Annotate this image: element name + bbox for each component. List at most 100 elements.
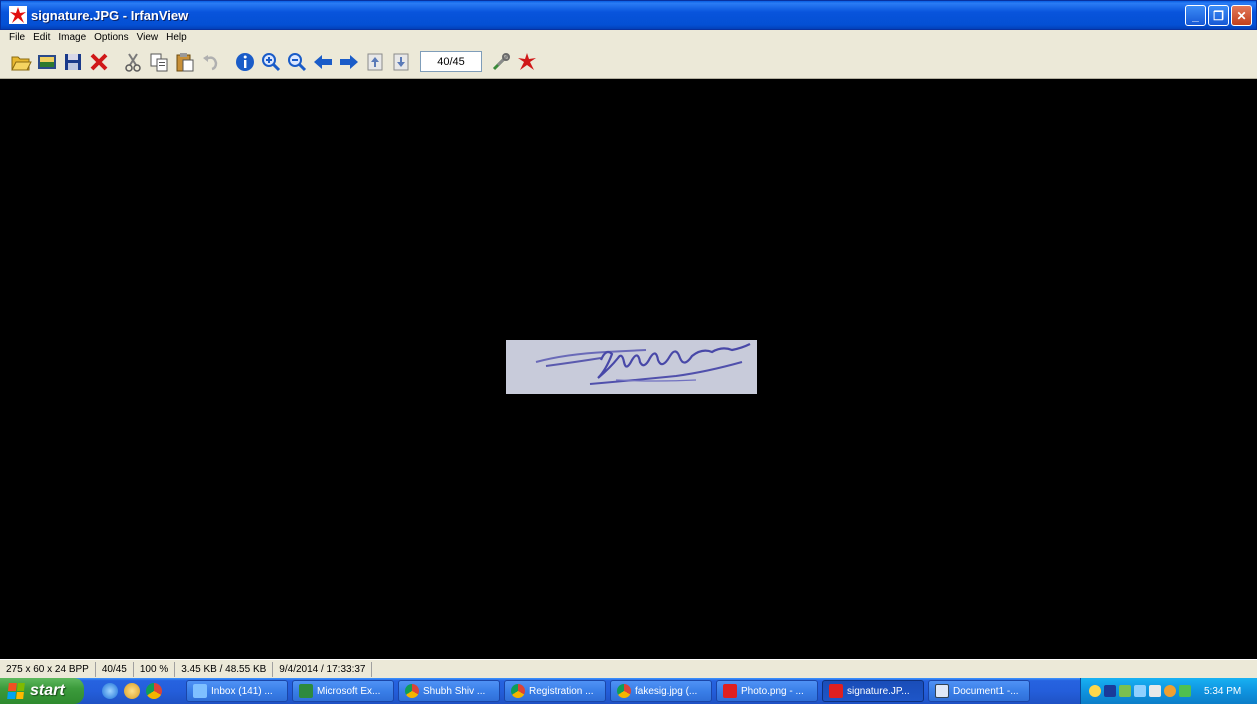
last-button[interactable] bbox=[388, 49, 414, 75]
delete-icon bbox=[90, 53, 108, 70]
status-zoom: 100 % bbox=[134, 661, 176, 677]
menu-help[interactable]: Help bbox=[166, 32, 187, 43]
menu-view[interactable]: View bbox=[137, 32, 159, 43]
title-bar[interactable]: signature.JPG - IrfanView _ ❐ ✕ bbox=[0, 0, 1257, 30]
restore-icon: ❐ bbox=[1213, 8, 1224, 23]
settings-button[interactable] bbox=[488, 49, 514, 75]
paste-icon bbox=[176, 52, 194, 71]
first-button[interactable] bbox=[362, 49, 388, 75]
cut-button[interactable] bbox=[120, 49, 146, 75]
open-folder-icon bbox=[11, 56, 32, 70]
excel-icon bbox=[299, 684, 313, 698]
save-icon bbox=[65, 53, 81, 70]
next-icon bbox=[340, 54, 358, 69]
tray-icon-3[interactable] bbox=[1119, 685, 1131, 697]
tray-icon-2[interactable] bbox=[1104, 685, 1116, 697]
first-icon bbox=[367, 53, 383, 70]
task-excel[interactable]: Microsoft Ex... bbox=[292, 680, 394, 702]
minimize-button[interactable]: _ bbox=[1185, 5, 1206, 26]
status-index: 40/45 bbox=[96, 661, 134, 677]
tray-icon-1[interactable] bbox=[1089, 685, 1101, 697]
start-button[interactable]: start bbox=[0, 678, 84, 704]
volume-icon[interactable] bbox=[1149, 685, 1161, 697]
thumbnails-icon bbox=[38, 54, 56, 69]
minimize-icon: _ bbox=[1192, 8, 1199, 23]
open-button[interactable] bbox=[8, 49, 34, 75]
previous-icon bbox=[314, 54, 332, 69]
task-fakesig[interactable]: fakesig.jpg (... bbox=[610, 680, 712, 702]
task-inbox[interactable]: Inbox (141) ... bbox=[186, 680, 288, 702]
irfanview-icon bbox=[723, 684, 737, 698]
task-shubh-shiv[interactable]: Shubh Shiv ... bbox=[398, 680, 500, 702]
task-label: Shubh Shiv ... bbox=[423, 685, 486, 697]
undo-icon bbox=[203, 54, 218, 70]
copy-button[interactable] bbox=[146, 49, 172, 75]
task-label: Photo.png - ... bbox=[741, 685, 804, 697]
zoom-in-button[interactable] bbox=[258, 49, 284, 75]
next-button[interactable] bbox=[336, 49, 362, 75]
delete-button[interactable] bbox=[86, 49, 112, 75]
task-label: Inbox (141) ... bbox=[211, 685, 273, 697]
network-icon[interactable] bbox=[1134, 685, 1146, 697]
zoom-out-icon bbox=[288, 52, 307, 71]
settings-icon bbox=[492, 52, 510, 70]
start-label: start bbox=[30, 682, 65, 699]
quick-launch bbox=[102, 683, 162, 699]
tray-icon-7[interactable] bbox=[1179, 685, 1191, 697]
task-label: fakesig.jpg (... bbox=[635, 685, 698, 697]
exit-button[interactable] bbox=[514, 49, 540, 75]
signature-drawing bbox=[506, 340, 757, 394]
page-counter: 40/45 bbox=[420, 51, 482, 72]
system-tray: 5:34 PM bbox=[1080, 678, 1257, 704]
clock[interactable]: 5:34 PM bbox=[1204, 686, 1241, 697]
exit-icon bbox=[518, 52, 536, 70]
info-button[interactable] bbox=[232, 49, 258, 75]
window-title: signature.JPG - IrfanView bbox=[31, 7, 189, 23]
chrome-icon bbox=[405, 684, 419, 698]
task-label: Microsoft Ex... bbox=[317, 685, 381, 697]
zoom-out-button[interactable] bbox=[284, 49, 310, 75]
last-icon bbox=[393, 53, 409, 70]
status-bar: 275 x 60 x 24 BPP 40/45 100 % 3.45 KB / … bbox=[0, 659, 1257, 678]
previous-button[interactable] bbox=[310, 49, 336, 75]
menu-bar: File Edit Image Options View Help bbox=[0, 30, 1257, 45]
task-photo[interactable]: Photo.png - ... bbox=[716, 680, 818, 702]
task-label: Registration ... bbox=[529, 685, 594, 697]
task-label: signature.JP... bbox=[847, 685, 910, 697]
explorer-quicklaunch-icon[interactable] bbox=[124, 683, 140, 699]
chrome-icon bbox=[511, 684, 525, 698]
taskbar: start Inbox (141) ... Microsoft Ex... Sh… bbox=[0, 678, 1257, 704]
status-dimensions: 275 x 60 x 24 BPP bbox=[0, 661, 96, 677]
undo-button[interactable] bbox=[198, 49, 224, 75]
cut-icon bbox=[125, 52, 141, 72]
chrome-quicklaunch-icon[interactable] bbox=[146, 683, 162, 699]
close-icon: ✕ bbox=[1236, 8, 1247, 23]
save-button[interactable] bbox=[60, 49, 86, 75]
irfanview-app-icon bbox=[9, 6, 27, 24]
windows-logo-icon bbox=[7, 683, 25, 699]
zoom-in-icon bbox=[262, 52, 281, 71]
status-datetime: 9/4/2014 / 17:33:37 bbox=[273, 661, 373, 677]
task-document1[interactable]: Document1 -... bbox=[928, 680, 1030, 702]
menu-options[interactable]: Options bbox=[94, 32, 128, 43]
task-signature[interactable]: signature.JP... bbox=[822, 680, 924, 702]
menu-image[interactable]: Image bbox=[58, 32, 86, 43]
menu-edit[interactable]: Edit bbox=[33, 32, 50, 43]
info-icon bbox=[236, 52, 254, 71]
word-icon bbox=[935, 684, 949, 698]
irfanview-icon bbox=[829, 684, 843, 698]
copy-icon bbox=[150, 53, 168, 71]
status-size: 3.45 KB / 48.55 KB bbox=[175, 661, 274, 677]
task-registration[interactable]: Registration ... bbox=[504, 680, 606, 702]
tray-icon-6[interactable] bbox=[1164, 685, 1176, 697]
menu-file[interactable]: File bbox=[9, 32, 25, 43]
image-viewer[interactable] bbox=[8, 80, 1251, 656]
task-label: Document1 -... bbox=[953, 685, 1019, 697]
restore-button[interactable]: ❐ bbox=[1208, 5, 1229, 26]
ie-quicklaunch-icon[interactable] bbox=[102, 683, 118, 699]
toolbar: 40/45 bbox=[0, 45, 1257, 79]
paste-button[interactable] bbox=[172, 49, 198, 75]
thumbnails-button[interactable] bbox=[34, 49, 60, 75]
ie-icon bbox=[193, 684, 207, 698]
close-button[interactable]: ✕ bbox=[1231, 5, 1252, 26]
